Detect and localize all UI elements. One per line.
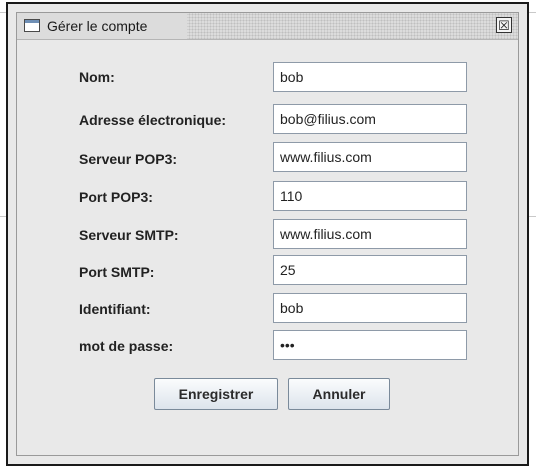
pop3-server-label: Serveur POP3:: [79, 151, 178, 167]
smtp-server-label: Serveur SMTP:: [79, 227, 179, 243]
username-label: Identifiant:: [79, 301, 151, 317]
smtp-server-field[interactable]: [273, 219, 467, 249]
dialog-titlebar[interactable]: Gérer le compte ☒: [17, 13, 518, 40]
save-button[interactable]: Enregistrer: [154, 378, 278, 410]
smtp-port-field[interactable]: [273, 255, 467, 285]
smtp-port-label: Port SMTP:: [79, 264, 155, 280]
password-field[interactable]: [273, 330, 467, 360]
pop3-port-field[interactable]: [273, 181, 467, 211]
email-field[interactable]: [273, 104, 467, 134]
manage-account-dialog: Gérer le compte ☒ Nom: Adresse électroni…: [6, 2, 529, 466]
dialog-title: Gérer le compte: [47, 18, 148, 34]
password-label: mot de passe:: [79, 338, 174, 354]
pop3-server-field[interactable]: [273, 142, 467, 172]
window-icon: [24, 19, 40, 32]
name-label: Nom:: [79, 69, 115, 85]
background-divider: [529, 216, 536, 217]
username-field[interactable]: [273, 293, 467, 323]
cancel-button[interactable]: Annuler: [288, 378, 390, 410]
name-field[interactable]: [273, 62, 467, 92]
dialog-body: Gérer le compte ☒ Nom: Adresse électroni…: [16, 12, 519, 456]
pop3-port-label: Port POP3:: [79, 189, 153, 205]
close-icon[interactable]: ☒: [496, 17, 512, 33]
email-label: Adresse électronique:: [79, 112, 227, 128]
